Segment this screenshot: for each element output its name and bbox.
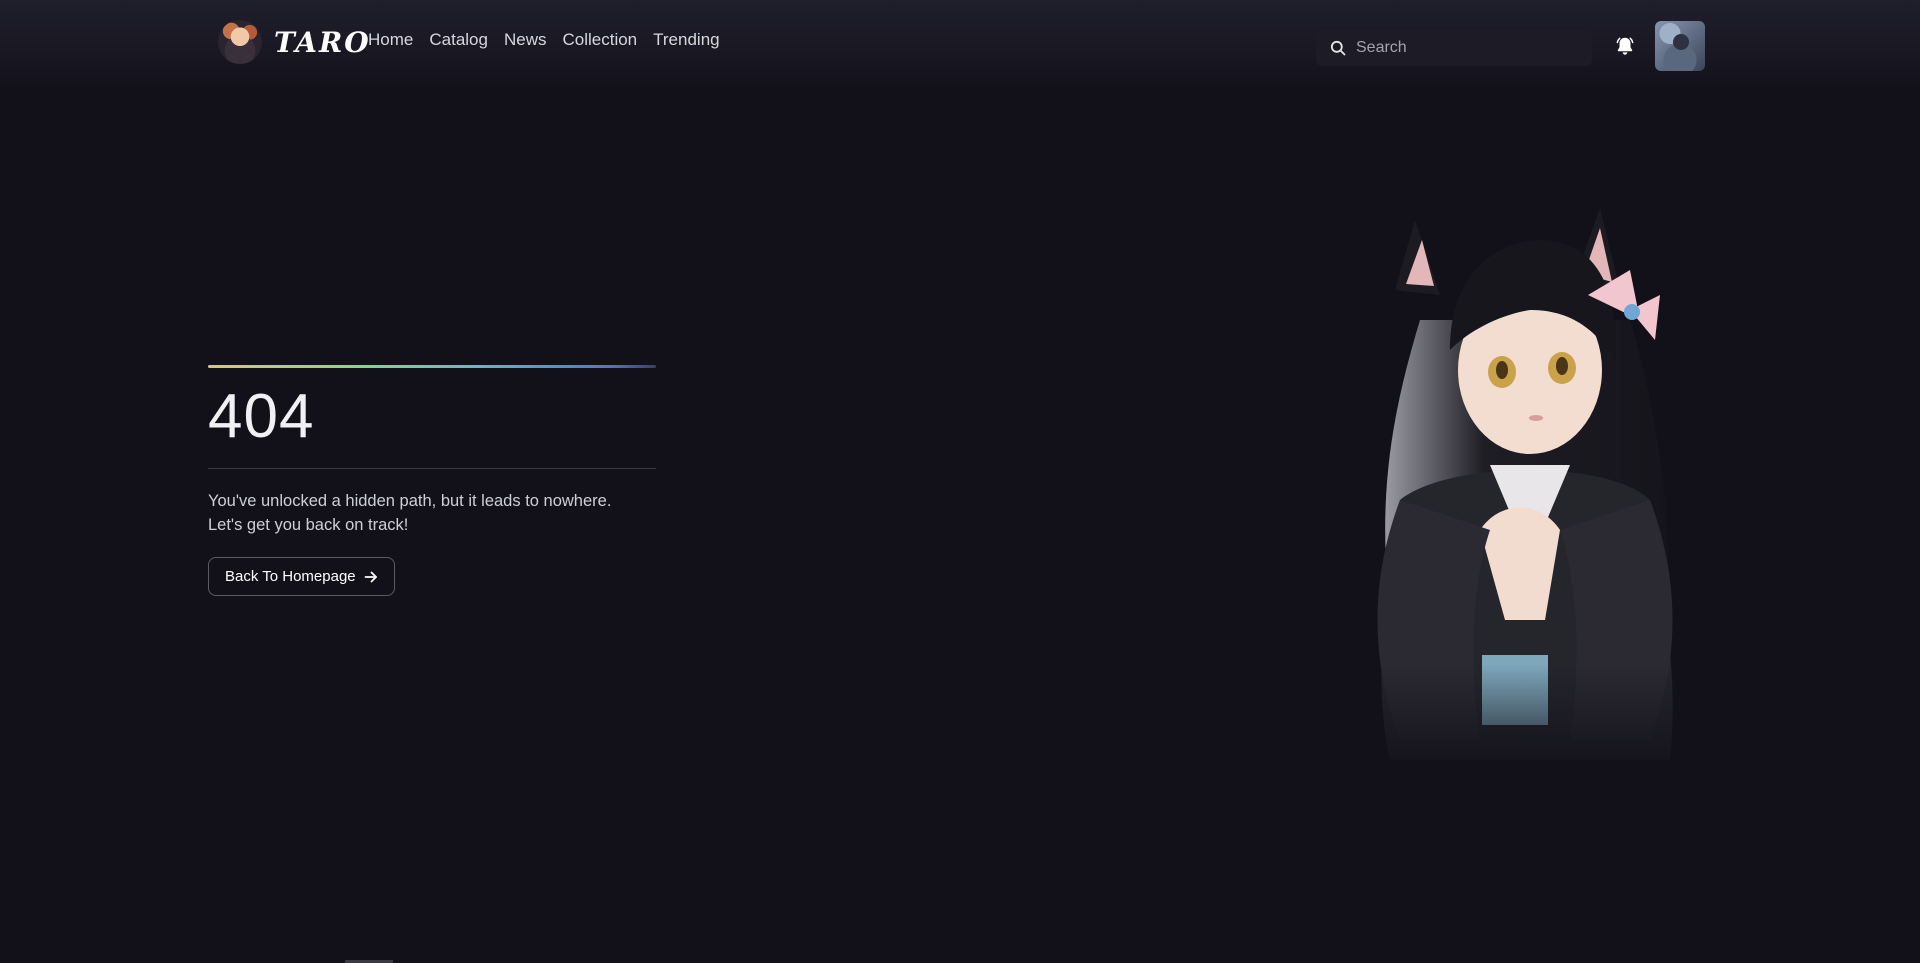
page: TARO Home Catalog News Collection Trendi… [0, 0, 1920, 963]
top-navbar: TARO Home Catalog News Collection Trendi… [0, 0, 1920, 92]
anime-girl-illustration [1330, 200, 1710, 780]
back-to-homepage-button[interactable]: Back To Homepage [208, 557, 395, 596]
error-message-line1: You've unlocked a hidden path, but it le… [208, 492, 612, 510]
arrow-right-icon [364, 571, 377, 582]
search-box[interactable] [1316, 30, 1592, 66]
main-nav: Home Catalog News Collection Trending [368, 30, 720, 50]
user-avatar[interactable] [1655, 21, 1705, 71]
logo-avatar-image [218, 20, 262, 64]
nav-item-trending[interactable]: Trending [653, 30, 719, 50]
back-to-homepage-label: Back To Homepage [225, 568, 356, 585]
site-logo[interactable]: TARO [218, 20, 371, 64]
search-input[interactable] [1356, 39, 1576, 57]
logo-text: TARO [274, 25, 371, 59]
error-section: 404 You've unlocked a hidden path, but i… [208, 365, 656, 596]
notification-button[interactable] [1612, 33, 1638, 59]
accent-gradient-line [208, 365, 656, 368]
nav-item-catalog[interactable]: Catalog [429, 30, 488, 50]
bell-icon [1616, 37, 1634, 55]
nav-item-home[interactable]: Home [368, 30, 413, 50]
divider [208, 468, 656, 469]
error-message-line2: Let's get you back on track! [208, 516, 409, 534]
search-icon [1330, 40, 1346, 56]
nav-item-collection[interactable]: Collection [562, 30, 637, 50]
nav-item-news[interactable]: News [504, 30, 547, 50]
error-message: You've unlocked a hidden path, but it le… [208, 489, 656, 537]
error-code: 404 [208, 382, 315, 451]
